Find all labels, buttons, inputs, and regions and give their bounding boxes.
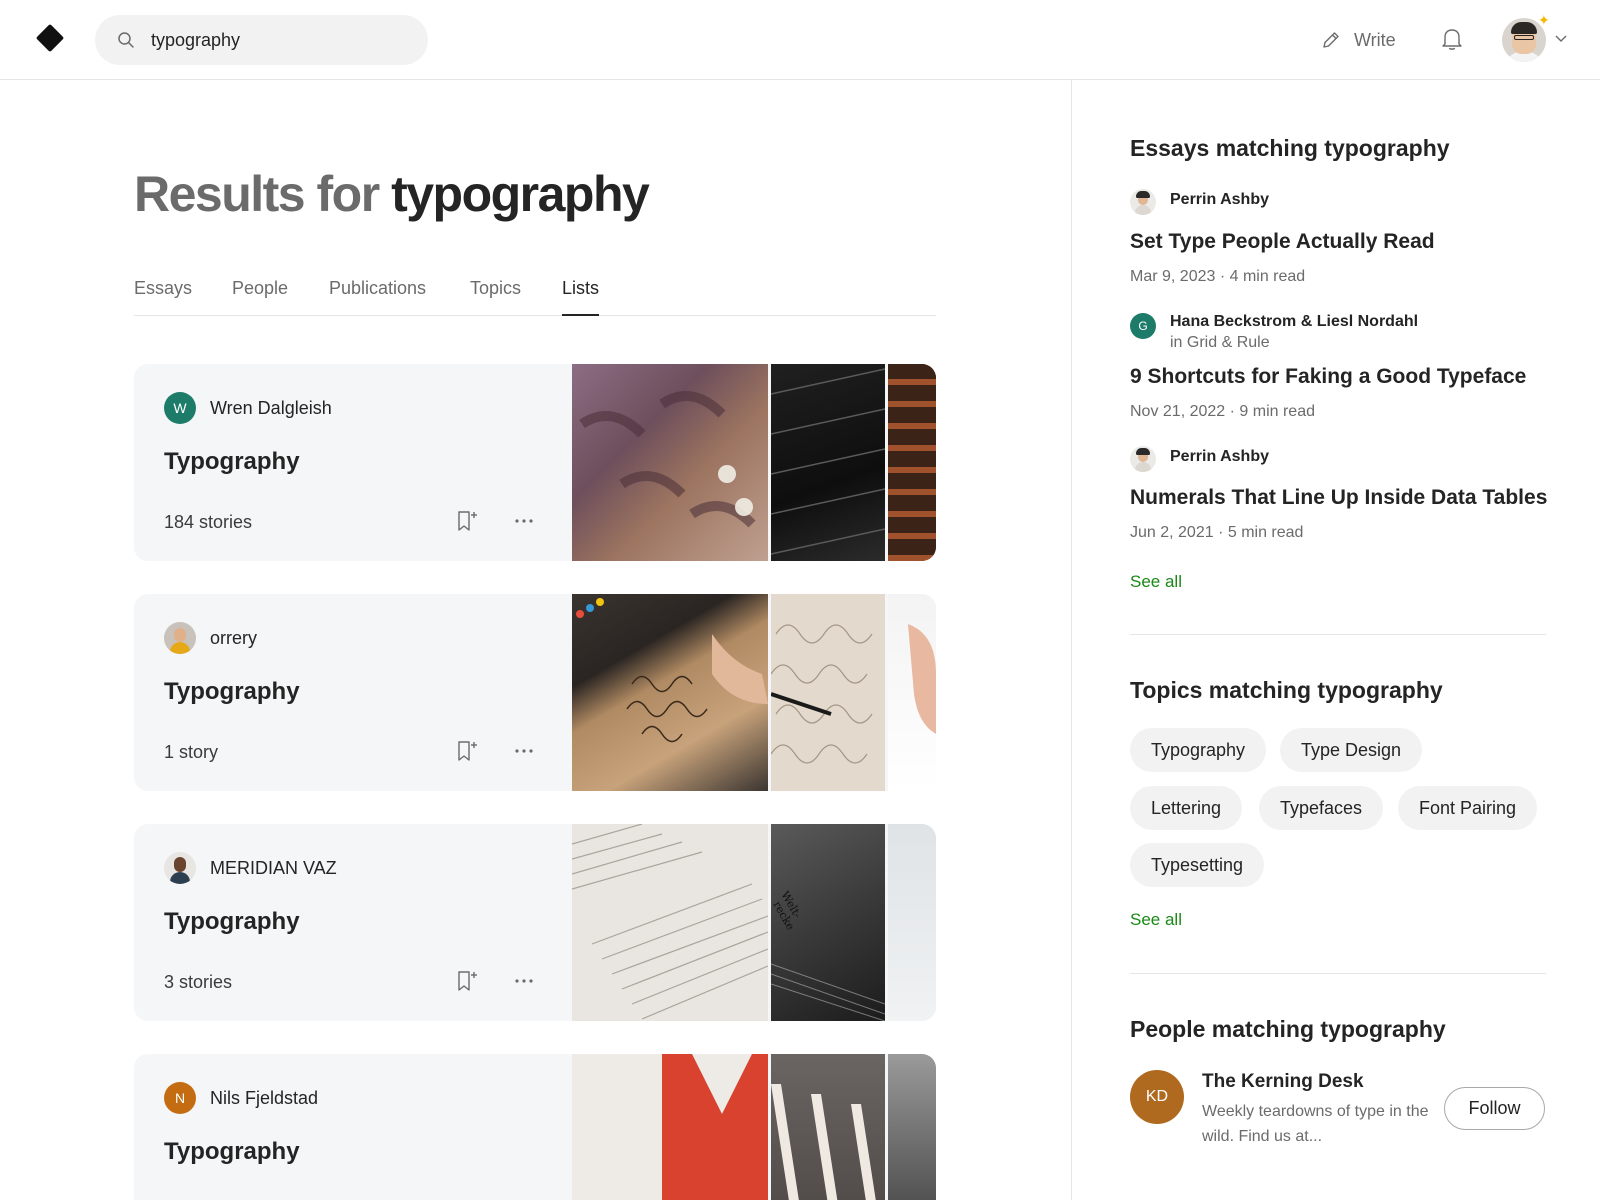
owner-name: orrery (210, 627, 258, 648)
person-name[interactable]: The Kerning Desk (1202, 1071, 1364, 1093)
preview-image-red-letter (572, 1054, 768, 1200)
person-avatar[interactable]: KD (1130, 1070, 1184, 1124)
owner-name: Wren Dalgleish (210, 397, 332, 418)
author-avatar (1130, 189, 1156, 215)
tab-topics[interactable]: Topics (470, 278, 521, 316)
write-button[interactable]: Write (1320, 26, 1396, 54)
essay-author[interactable]: G Hana Beckstrom & Liesl Nordahl in Grid… (1130, 311, 1418, 353)
topics-see-all-link[interactable]: See all (1130, 910, 1182, 930)
list-title[interactable]: Typography (164, 1138, 300, 1166)
essay-title[interactable]: Set Type People Actually Read (1130, 230, 1435, 254)
preview-image-open-book (572, 824, 768, 1021)
publication-avatar: G (1130, 313, 1156, 339)
essay-title[interactable]: Numerals That Line Up Inside Data Tables (1130, 486, 1547, 510)
list-title[interactable]: Typography (164, 448, 300, 476)
topics-heading: Topics matching typography (1130, 677, 1443, 703)
topic-pill[interactable]: Type Design (1280, 728, 1423, 772)
preview-image-type-blocks (771, 364, 885, 561)
search-bar[interactable]: typography (95, 15, 428, 65)
list-card[interactable]: N Nils Fjeldstad Typography (134, 1054, 936, 1200)
story-count: 3 stories (164, 972, 233, 992)
list-owner[interactable]: W Wren Dalgleish (164, 392, 332, 424)
owner-avatar (164, 622, 196, 654)
people-heading: People matching typography (1130, 1016, 1446, 1042)
results-tabs: Essays People Publications Topics Lists (134, 278, 936, 316)
bell-icon[interactable] (1440, 26, 1464, 52)
list-owner[interactable]: N Nils Fjeldstad (164, 1082, 318, 1114)
owner-avatar (164, 852, 196, 884)
list-owner[interactable]: orrery (164, 622, 257, 654)
topic-pill[interactable]: Typesetting (1130, 843, 1265, 887)
essays-heading: Essays matching typography (1130, 135, 1450, 161)
preview-image-calligraphy-desk (572, 594, 768, 791)
top-bar: typography Write ✦ (0, 0, 1600, 80)
page-title: Results for typography (134, 165, 650, 223)
owner-name: Nils Fjeldstad (210, 1087, 319, 1108)
search-icon (118, 32, 134, 48)
preview-image-printed-pages: Welt-recke (771, 824, 885, 1021)
author-name: Hana Beckstrom & Liesl Nordahl (1170, 313, 1419, 330)
author-avatar (1130, 446, 1156, 472)
list-title[interactable]: Typography (164, 678, 300, 706)
topic-pill[interactable]: Typography (1130, 728, 1267, 772)
person-description: Weekly teardowns of type in the wild. Fi… (1202, 1103, 1429, 1145)
tab-people[interactable]: People (232, 278, 288, 316)
list-preview-images (572, 1054, 936, 1200)
list-preview-images (572, 594, 936, 791)
story-count: 184 stories (164, 512, 253, 532)
preview-image-sketch (888, 824, 936, 1021)
bookmark-add-icon[interactable] (454, 969, 478, 993)
bookmark-add-icon[interactable] (454, 509, 478, 533)
topic-pill[interactable]: Font Pairing (1398, 786, 1538, 830)
logo-icon[interactable] (35, 23, 65, 53)
pencil-icon (1323, 32, 1339, 48)
preview-image-metal-type (888, 1054, 936, 1200)
more-options-icon[interactable] (512, 509, 536, 533)
topic-pill[interactable]: Lettering (1130, 786, 1243, 830)
list-card[interactable]: MERIDIAN VAZ Typography 3 stories Welt-r… (134, 824, 936, 1021)
list-preview-images (572, 364, 936, 561)
write-label: Write (1354, 29, 1396, 50)
chevron-down-icon[interactable] (1554, 33, 1568, 43)
list-card[interactable]: orrery Typography 1 story (134, 594, 936, 791)
publication-name[interactable]: in Grid & Rule (1170, 333, 1418, 353)
title-query: typography (391, 166, 650, 222)
more-options-icon[interactable] (512, 739, 536, 763)
sparkle-icon: ✦ (1538, 12, 1550, 28)
owner-name: MERIDIAN VAZ (210, 857, 337, 878)
title-prefix: Results for (134, 166, 380, 222)
essay-meta: Jun 2, 2021 · 5 min read (1130, 524, 1304, 541)
column-divider (1071, 80, 1072, 1200)
bookmark-add-icon[interactable] (454, 739, 478, 763)
author-name: Perrin Ashby (1170, 191, 1269, 208)
essay-title[interactable]: 9 Shortcuts for Faking a Good Typeface (1130, 365, 1526, 389)
essay-meta: Mar 9, 2023 · 4 min read (1130, 268, 1306, 285)
preview-image-type-case (888, 364, 936, 561)
list-owner[interactable]: MERIDIAN VAZ (164, 852, 337, 884)
essay-meta: Nov 21, 2022 · 9 min read (1130, 403, 1315, 420)
tab-lists[interactable]: Lists (562, 278, 600, 316)
story-count: 1 story (164, 742, 219, 762)
list-preview-images: Welt-recke (572, 824, 936, 1021)
owner-avatar: W (164, 392, 196, 424)
preview-image-signage (771, 1054, 885, 1200)
follow-button[interactable]: Follow (1444, 1087, 1545, 1130)
list-title[interactable]: Typography (164, 908, 300, 936)
section-divider (1130, 973, 1546, 974)
topic-pill[interactable]: Typefaces (1259, 786, 1384, 830)
list-card[interactable]: W Wren Dalgleish Typography 184 stories (134, 364, 936, 561)
essay-author[interactable]: Perrin Ashby (1130, 189, 1269, 215)
preview-image-script-pen (771, 594, 885, 791)
owner-avatar: N (164, 1082, 196, 1114)
essay-author[interactable]: Perrin Ashby (1130, 446, 1269, 472)
author-name: Perrin Ashby (1170, 448, 1269, 465)
search-input[interactable]: typography (151, 30, 240, 51)
preview-image-hand-writing (888, 594, 936, 791)
essays-see-all-link[interactable]: See all (1130, 572, 1182, 592)
more-options-icon[interactable] (512, 969, 536, 993)
section-divider (1130, 634, 1546, 635)
preview-image-letterpress (572, 364, 768, 561)
tab-publications[interactable]: Publications (329, 278, 426, 316)
tab-essays[interactable]: Essays (134, 278, 192, 316)
